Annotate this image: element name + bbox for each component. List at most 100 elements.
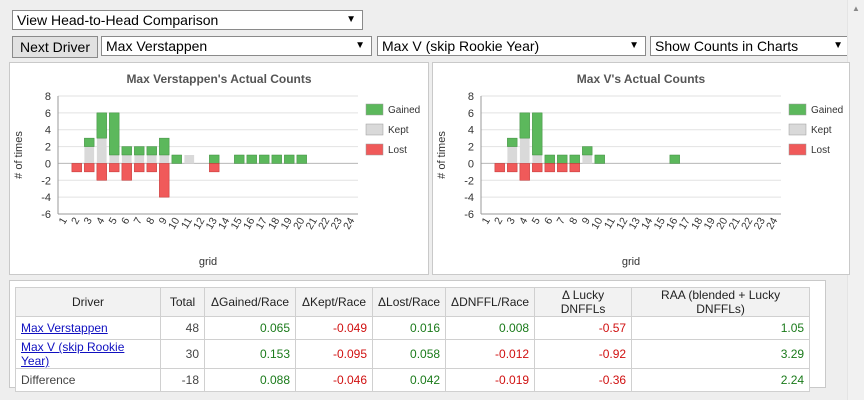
bar-lost	[159, 163, 170, 198]
scroll-up-icon[interactable]: ▲	[852, 4, 860, 13]
legend-label: Kept	[388, 125, 409, 136]
table-row: Difference -18 0.088 -0.046 0.042 -0.019 -0.36…	[15, 368, 811, 392]
driver-name[interactable]: Max Verstappen	[21, 321, 108, 335]
legend-swatch	[788, 123, 807, 136]
bar-gained	[594, 154, 605, 164]
bar-lost	[134, 163, 145, 173]
bar-gained	[519, 112, 530, 139]
driver-two-select[interactable]: Max V (skip Rookie Year) ▼	[377, 36, 646, 56]
column-header: Total	[160, 287, 205, 317]
bar-gained	[271, 154, 282, 164]
table-cell: -0.046	[295, 368, 373, 392]
table-cell: 2.24	[631, 368, 811, 392]
y-tick-label: 4	[468, 125, 474, 137]
bar-gained	[159, 137, 170, 156]
table-cell: -0.049	[295, 316, 373, 340]
bar-kept	[134, 155, 145, 164]
table-cell: -0.36	[534, 368, 633, 392]
y-axis-label: # of times	[436, 131, 448, 179]
legend-swatch	[365, 103, 384, 116]
table-cell: -0.019	[445, 368, 536, 392]
driver-link[interactable]: Max V (skip Rookie Year)	[15, 339, 161, 369]
bar-kept	[121, 155, 132, 164]
column-header: Δ Lucky DNFFLs	[534, 287, 633, 317]
table-header-row: Driver Total ΔGained/Race ΔKept/Race ΔLo…	[15, 287, 811, 317]
table-cell: 0.153	[204, 339, 296, 369]
bar-lost	[519, 163, 530, 181]
bar-kept	[582, 155, 593, 164]
y-tick-label: 6	[468, 108, 474, 120]
column-header: RAA (blended + Lucky DNFFLs)	[631, 287, 811, 317]
y-tick-label: -6	[41, 209, 51, 221]
legend-label: Gained	[811, 105, 843, 116]
bar-lost	[569, 163, 580, 173]
bar-kept	[532, 155, 543, 164]
legend-swatch	[365, 143, 384, 156]
bar-gained	[209, 154, 220, 164]
y-tick-label: 6	[45, 108, 51, 120]
driver-one-select-value: Max Verstappen	[106, 38, 208, 54]
bar-gained	[109, 112, 120, 156]
bar-kept	[184, 155, 195, 164]
table-cell: 0.065	[204, 316, 296, 340]
bar-lost	[84, 163, 95, 173]
driver-name: Difference	[21, 373, 76, 387]
driver-link[interactable]: Max Verstappen	[15, 316, 161, 340]
legend-label: Kept	[811, 125, 832, 136]
chart-panel-2: Max V's Actual Counts -6 -4 -2 0 2 4 6 8 1 2 3 4 5 6 7…	[432, 62, 850, 275]
bar-gained	[296, 154, 307, 164]
chevron-down-icon: ▼	[346, 14, 356, 25]
column-header: Driver	[15, 287, 161, 317]
comparison-table: Driver Total ΔGained/Race ΔKept/Race ΔLo…	[15, 287, 811, 392]
legend-label: Lost	[388, 145, 407, 156]
x-tick-label: 24	[764, 215, 780, 231]
table-cell: 0.016	[371, 316, 447, 340]
y-tick-label: 2	[45, 142, 51, 154]
bar-lost	[121, 163, 132, 181]
bar-lost	[544, 163, 555, 173]
legend-swatch	[365, 123, 384, 136]
view-mode-select[interactable]: View Head-to-Head Comparison ▼	[12, 10, 363, 30]
table-cell: 48	[160, 316, 205, 340]
chart-mode-select-value: Show Counts in Charts	[655, 38, 799, 54]
bar-lost	[96, 163, 107, 181]
legend-label: Gained	[388, 105, 420, 116]
bar-gained	[544, 154, 555, 164]
bar-gained	[569, 154, 580, 164]
column-header: ΔLost/Race	[371, 287, 447, 317]
chevron-down-icon: ▼	[629, 40, 639, 51]
y-axis-label: # of times	[13, 131, 25, 179]
y-tick-label: -2	[464, 175, 474, 187]
bar-kept	[96, 138, 107, 164]
bar-gained	[582, 146, 593, 156]
bar-kept	[84, 146, 95, 164]
chart-mode-select[interactable]: Show Counts in Charts ▼	[650, 36, 850, 56]
bar-gained	[146, 146, 157, 156]
table-cell: -0.57	[534, 316, 633, 340]
table-cell: -0.012	[445, 339, 536, 369]
column-header: ΔKept/Race	[295, 287, 373, 317]
table-cell: 0.008	[445, 316, 536, 340]
x-axis-label: grid	[199, 256, 217, 268]
column-header: ΔDNFFL/Race	[445, 287, 536, 317]
next-driver-button[interactable]: Next Driver	[12, 36, 98, 58]
driver-name[interactable]: Max V (skip Rookie Year)	[21, 340, 124, 368]
bar-gained	[246, 154, 257, 164]
table-cell: 3.29	[631, 339, 811, 369]
bar-kept	[159, 155, 170, 164]
bar-gained	[557, 154, 568, 164]
bar-gained	[84, 137, 95, 147]
table-cell: -18	[160, 368, 205, 392]
driver-label: Difference	[15, 368, 161, 392]
table-cell: 1.05	[631, 316, 811, 340]
table-cell: -0.095	[295, 339, 373, 369]
y-tick-label: 8	[468, 91, 474, 103]
bar-gained	[532, 112, 543, 156]
driver-one-select[interactable]: Max Verstappen ▼	[101, 36, 372, 56]
table-row: Max Verstappen 48 0.065 -0.049 0.016 0.008 -0.…	[15, 316, 811, 340]
y-tick-label: 0	[468, 158, 474, 170]
table-cell: 0.058	[371, 339, 447, 369]
bar-kept	[519, 138, 530, 164]
table-cell: -0.92	[534, 339, 633, 369]
table-row: Max V (skip Rookie Year) 30 0.153 -0.095 0.0…	[15, 339, 811, 369]
